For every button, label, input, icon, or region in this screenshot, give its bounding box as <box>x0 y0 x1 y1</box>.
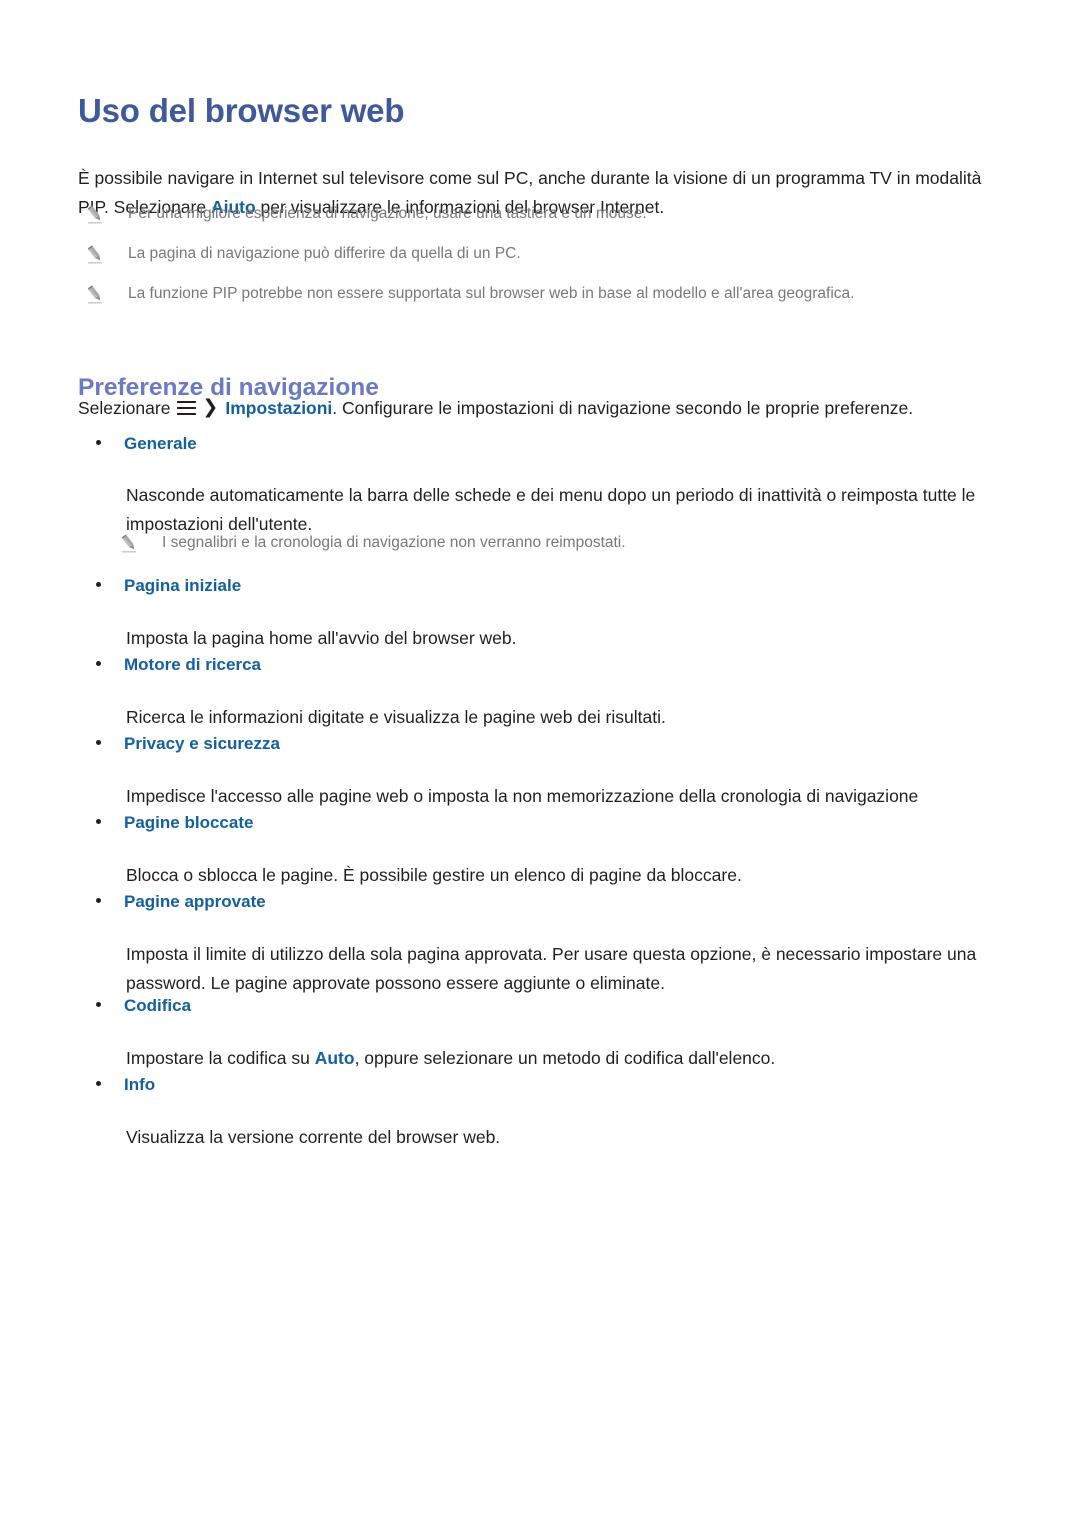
bullet-dot-icon <box>96 1081 101 1086</box>
select-suffix: . Configurare le impostazioni di navigaz… <box>332 398 914 418</box>
list-item-label: Pagine bloccate <box>124 813 254 832</box>
list-item-label: Generale <box>124 434 197 453</box>
bullet-dot-icon <box>96 740 101 745</box>
menu-target-impostazioni[interactable]: Impostazioni <box>225 394 332 422</box>
note-item: Per una migliore esperienza di navigazio… <box>84 203 984 225</box>
list-item-description: Imposta il limite di utilizzo della sola… <box>126 943 977 993</box>
bullet-dot-icon <box>96 1002 101 1007</box>
note-text: I segnalibri e la cronologia di navigazi… <box>162 534 626 551</box>
list-item-label: Motore di ricerca <box>124 655 261 674</box>
bullet-dot-icon <box>96 819 101 824</box>
list-item: Privacy e sicurezza <box>96 732 280 756</box>
bullet-dot-icon <box>96 582 101 587</box>
bullet-dot-icon <box>96 661 101 666</box>
description-text-before: Impostare la codifica su <box>126 1047 315 1068</box>
list-item-description: Ricerca le informazioni digitate e visua… <box>126 706 666 727</box>
pencil-icon <box>84 285 106 305</box>
list-item-description: Blocca o sblocca le pagine. È possibile … <box>126 864 742 885</box>
list-item-label: Privacy e sicurezza <box>124 734 280 753</box>
note-text: Per una migliore esperienza di navigazio… <box>128 205 647 222</box>
note-text: La pagina di navigazione può differire d… <box>128 245 521 262</box>
list-item: Codifica <box>96 994 191 1018</box>
document-page: Uso del browser web È possibile navigare… <box>0 0 1080 1527</box>
page-title: Uso del browser web <box>78 92 405 130</box>
note-item: I segnalibri e la cronologia di navigazi… <box>118 532 998 554</box>
description-highlight-auto: Auto <box>314 1047 355 1068</box>
pencil-icon <box>84 245 106 265</box>
list-item-label: Info <box>124 1075 156 1094</box>
list-item-description: Visualizza la versione corrente del brow… <box>126 1126 501 1147</box>
list-item-label: Codifica <box>124 996 192 1015</box>
list-item-label: Pagine approvate <box>124 892 266 911</box>
bullet-dot-icon <box>96 898 101 903</box>
select-prefix: Selezionare <box>78 398 171 418</box>
list-item-label: Pagina iniziale <box>124 576 242 595</box>
note-text: La funzione PIP potrebbe non essere supp… <box>128 285 855 302</box>
list-item: Pagine bloccate <box>96 811 253 835</box>
list-item: Pagina iniziale <box>96 574 241 598</box>
bullet-dot-icon <box>96 440 101 445</box>
list-item: Info <box>96 1073 155 1097</box>
description-text-after: , oppure selezionare un metodo di codifi… <box>354 1047 776 1068</box>
list-item: Generale <box>96 432 197 456</box>
pencil-icon <box>118 534 140 554</box>
list-item-description: Nasconde automaticamente la barra delle … <box>126 484 976 534</box>
select-instruction-line: Selezionare ❯ Impostazioni . Configurare… <box>78 394 913 422</box>
list-item-description: Impostare la codifica su Auto, oppure se… <box>126 1044 1006 1073</box>
note-item: La pagina di navigazione può differire d… <box>84 243 984 265</box>
pencil-icon <box>84 205 106 225</box>
note-item: La funzione PIP potrebbe non essere supp… <box>84 283 1004 305</box>
hamburger-menu-icon[interactable] <box>177 400 197 416</box>
list-item: Pagine approvate <box>96 890 266 914</box>
list-item: Motore di ricerca <box>96 653 261 677</box>
list-item-description: Imposta la pagina home all'avvio del bro… <box>126 627 517 648</box>
chevron-right-icon: ❯ <box>202 396 219 418</box>
list-item-description: Impedisce l'accesso alle pagine web o im… <box>126 785 919 806</box>
